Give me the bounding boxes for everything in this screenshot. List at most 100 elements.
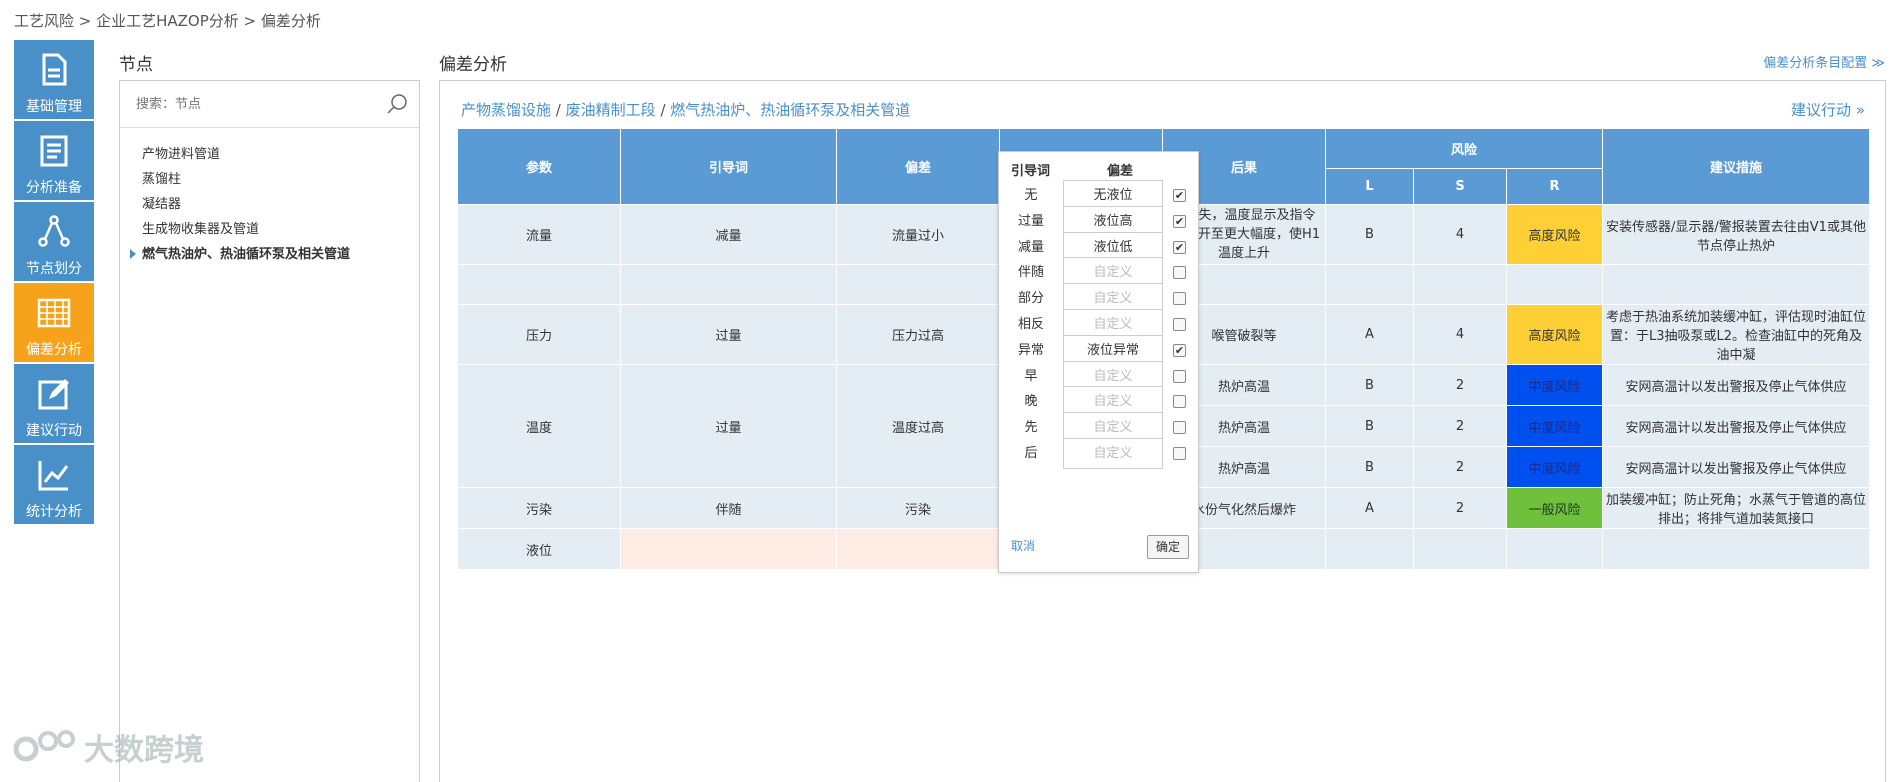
cell-L: B [1325, 446, 1414, 488]
sidebar-item-suggest[interactable]: 建议行动 [14, 364, 94, 443]
sidebar-item-prepare[interactable]: 分析准备 [14, 121, 94, 200]
guide-word-popup: 引导词 偏差 无无液位 ✔ 过量 液位高 ✔ 减量 液位低 ✔ 伴随 自定义 部分 自定义 相反 自定义异… [998, 151, 1199, 573]
checkbox[interactable] [1173, 395, 1186, 409]
sidebar-item-stats[interactable]: 统计分析 [14, 445, 94, 524]
cell-guide-editing[interactable] [620, 528, 837, 570]
cell-empty [1325, 264, 1414, 305]
cell-empty [620, 264, 837, 305]
edit-icon [38, 379, 69, 410]
cell-deviation-editing[interactable] [836, 528, 1000, 570]
cell-L: B [1325, 204, 1414, 265]
cell-S: 2 [1413, 405, 1507, 447]
cell-deviation: 污染 [836, 487, 1000, 529]
checkbox-checked[interactable]: ✔ [1173, 189, 1186, 202]
cell-empty [457, 264, 621, 305]
header-risk: 风险 [1325, 128, 1603, 169]
checkbox[interactable] [1173, 369, 1186, 383]
node-item-selected[interactable]: 燃气热油炉、热油循环泵及相关管道 [120, 242, 419, 267]
sidebar-item-basic[interactable]: 基础管理 [14, 40, 94, 119]
sidebar-item-label: 统计分析 [26, 504, 82, 520]
node-panel-title: 节点 [119, 55, 153, 75]
cell-measure: 安装传感器/显示器/警报装置去往由V1或其他节点停止热炉 [1602, 204, 1870, 265]
node-item[interactable]: 凝结器 [120, 192, 419, 217]
node-item[interactable]: 蒸馏柱 [120, 167, 419, 192]
sidebar-item-deviation[interactable]: 偏差分析 [14, 283, 94, 362]
popup-deviation-input[interactable]: 自定义 [1063, 438, 1163, 469]
cell-L: B [1325, 405, 1414, 447]
checkbox-checked[interactable]: ✔ [1173, 343, 1186, 357]
confirm-button[interactable]: 确定 [1147, 535, 1189, 559]
popup-row: 后 自定义 [1011, 438, 1191, 469]
sidebar-item-nodes[interactable]: 节点划分 [14, 202, 94, 281]
checkbox[interactable] [1173, 447, 1186, 460]
sidebar: 基础管理 分析准备 节点划分 偏差分析 建议行动 统计分析 [14, 40, 94, 526]
breadcrumb-item[interactable]: 燃气热油炉、热油循环泵及相关管道 [670, 101, 910, 119]
cell-empty [1413, 264, 1507, 305]
popup-header-deviation: 偏差 [1107, 164, 1134, 179]
cell-param: 压力 [457, 304, 621, 365]
watermark: 大数跨境 [12, 725, 204, 769]
cell-S: 2 [1413, 364, 1507, 406]
suggest-action-link[interactable]: 建议行动 » [1791, 99, 1865, 120]
checklist-icon [40, 135, 68, 167]
cell-S: 4 [1413, 204, 1507, 265]
cell-measure: 安网高温计以发出警报及停止气体供应 [1602, 364, 1870, 406]
sidebar-item-label: 建议行动 [26, 423, 82, 439]
node-list: 产物进料管道 蒸馏柱 凝结器 生成物收集器及管道 燃气热油炉、热油循环泵及相关管… [120, 142, 419, 267]
cell-deviation: 压力过高 [836, 304, 1000, 365]
sidebar-item-label: 基础管理 [26, 99, 82, 115]
checkbox[interactable] [1173, 292, 1186, 306]
checkbox-checked[interactable]: ✔ [1173, 240, 1186, 254]
checkbox[interactable] [1173, 421, 1186, 435]
cell-risk-low: 一般风险 [1506, 487, 1603, 529]
search-icon[interactable] [385, 92, 409, 116]
header-measure: 建议措施 [1602, 128, 1870, 205]
main-breadcrumb: 产物蒸馏设施 / 废油精制工段 / 燃气热油炉、热油循环泵及相关管道 [461, 99, 910, 120]
cell-empty [1602, 264, 1870, 305]
cell-S: 4 [1413, 304, 1507, 365]
node-panel: 产物进料管道 蒸馏柱 凝结器 生成物收集器及管道 燃气热油炉、热油循环泵及相关管… [119, 80, 420, 782]
node-item[interactable]: 生成物收集器及管道 [120, 217, 419, 242]
cell-S [1413, 528, 1507, 570]
cell-risk-mid: 中度风险 [1506, 405, 1603, 447]
breadcrumb-separator: / [555, 101, 561, 119]
checkbox-checked[interactable]: ✔ [1173, 214, 1186, 228]
cell-measure [1602, 528, 1870, 570]
search-input[interactable] [134, 81, 368, 127]
cell-param: 温度 [457, 364, 621, 488]
cell-measure: 加装缓冲缸；防止死角；水蒸气于管道的高位排出；将排气道加装氮接口 [1602, 487, 1870, 529]
breadcrumb[interactable]: 工艺风险 > 企业工艺HAZOP分析 > 偏差分析 [14, 10, 321, 31]
node-graph-icon [38, 215, 70, 247]
node-search [120, 81, 419, 128]
checkbox[interactable] [1173, 266, 1186, 280]
cell-guide: 减量 [620, 204, 837, 265]
cell-R [1506, 528, 1603, 570]
cell-risk-high: 高度风险 [1506, 204, 1603, 265]
header-param: 参数 [457, 128, 621, 205]
cell-measure: 考虑于热油系统加装缓冲缸，评估现时油缸位置：于L3抽吸泵或L2。检查油缸中的死角… [1602, 304, 1870, 365]
document-icon [42, 53, 67, 86]
cell-param: 流量 [457, 204, 621, 265]
node-item[interactable]: 产物进料管道 [120, 142, 419, 167]
breadcrumb-item[interactable]: 产物蒸馏设施 [461, 101, 551, 119]
breadcrumb-separator: / [660, 101, 666, 119]
page-title: 偏差分析 [439, 55, 507, 75]
cell-S: 2 [1413, 487, 1507, 529]
breadcrumb-item[interactable]: 废油精制工段 [566, 101, 656, 119]
cell-measure: 安网高温计以发出警报及停止气体供应 [1602, 446, 1870, 488]
header-L: L [1325, 168, 1414, 205]
cell-empty [1506, 264, 1603, 305]
cell-param: 液位 [457, 528, 621, 570]
grid-table-icon [37, 298, 71, 328]
popup-guide-word: 后 [1024, 446, 1038, 461]
cell-S: 2 [1413, 446, 1507, 488]
watermark-logo [13, 730, 75, 762]
cell-empty [836, 264, 1000, 305]
config-link[interactable]: 偏差分析条目配置 ≫ [1763, 52, 1885, 71]
cancel-button[interactable]: 取消 [1011, 537, 1035, 554]
header-guide: 引导词 [620, 128, 837, 205]
cell-guide: 伴随 [620, 487, 837, 529]
popup-header-guide: 引导词 [1011, 164, 1051, 179]
header-deviation: 偏差 [836, 128, 1000, 205]
checkbox[interactable] [1173, 318, 1186, 331]
